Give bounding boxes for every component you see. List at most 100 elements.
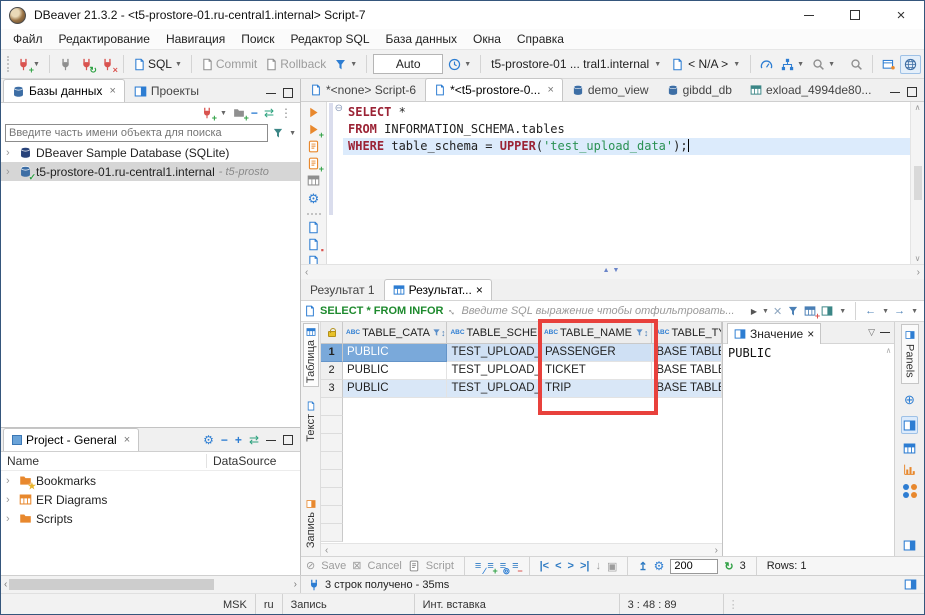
grid-settings-gear-icon[interactable]: ⚙ — [654, 559, 665, 573]
tab-gibdd-db[interactable]: gibdd_db — [658, 78, 741, 101]
database-selector[interactable]: < N/A >▼ — [667, 57, 744, 71]
view-menu-chevron-icon[interactable]: ▽ — [868, 327, 875, 338]
tab-exload[interactable]: exload_4994de80... — [741, 78, 880, 101]
cursor-position-indicator[interactable]: 3 : 48 : 89 — [620, 594, 724, 615]
close-tab-icon[interactable]: × — [547, 84, 553, 96]
export-from-query-icon[interactable] — [307, 221, 320, 234]
expand-chevron-icon[interactable]: › — [6, 147, 15, 159]
scrollbar-thumb[interactable] — [9, 579, 214, 590]
filter-apply-arrow-icon[interactable]: ▶ — [751, 307, 757, 316]
grid-cell[interactable]: TRIP — [541, 380, 652, 398]
row-number[interactable]: 1 — [321, 344, 343, 362]
link-with-editor-icon[interactable]: ⇄ — [249, 433, 259, 447]
expand-chevron-icon[interactable]: › — [6, 513, 15, 525]
commit-button[interactable]: Commit — [198, 55, 260, 73]
execute-statement-icon[interactable] — [307, 106, 320, 119]
sort-icon[interactable]: ↕ — [441, 328, 446, 338]
tab-result-2[interactable]: Результат...× — [384, 279, 492, 300]
next-page-icon[interactable]: > — [568, 560, 574, 572]
grid-cell[interactable]: PUBLIC — [343, 344, 447, 362]
value-panel-toggle-icon[interactable] — [901, 416, 918, 434]
last-page-icon[interactable]: >| — [580, 560, 590, 572]
row-number[interactable]: 3 — [321, 380, 343, 398]
menu-file[interactable]: Файл — [5, 30, 51, 48]
grid-cell[interactable]: TEST_UPLOAD_DAT — [447, 362, 541, 380]
project-panel-scrollbar[interactable]: ‹ › — [1, 576, 301, 593]
minimize-panel-icon[interactable] — [890, 92, 900, 93]
grid-cell[interactable]: BASE TABLE — [652, 362, 722, 380]
maximize-button[interactable] — [832, 1, 878, 29]
maximize-panel-icon[interactable] — [283, 435, 293, 445]
open-perspective-icon[interactable] — [879, 56, 898, 73]
grid-cell[interactable]: TICKET — [541, 362, 652, 380]
collapse-all-icon[interactable]: − — [251, 106, 258, 120]
grouping-panel-icon[interactable] — [903, 484, 917, 498]
duplicate-row-icon[interactable]: ≡⊚ — [500, 560, 506, 572]
name-column-header[interactable]: Name — [7, 454, 39, 468]
value-content[interactable]: PUBLIC ∧ — [723, 344, 894, 556]
grid-cell[interactable]: BASE TABLE — [652, 380, 722, 398]
save-button[interactable]: Save — [321, 560, 346, 572]
maximize-panel-icon[interactable] — [283, 88, 293, 98]
sash-collapse-icons[interactable]: ▲▼ — [603, 267, 623, 274]
filter-input[interactable]: Введите SQL выражение чтобы отфильтроват… — [461, 305, 746, 317]
minimize-panel-icon[interactable] — [266, 440, 276, 441]
maximize-panel-icon[interactable] — [907, 87, 917, 97]
menu-search[interactable]: Поиск — [233, 30, 282, 48]
menu-window[interactable]: Окна — [465, 30, 509, 48]
close-button[interactable]: × — [878, 1, 924, 29]
unassigned-doc-icon[interactable]: ▪ — [307, 238, 320, 251]
object-search-input[interactable] — [5, 124, 268, 142]
minimize-panel-icon[interactable] — [266, 93, 276, 94]
transaction-log-button[interactable]: ▼ — [331, 56, 360, 73]
nav-forward-icon[interactable]: → — [894, 305, 905, 317]
grid-cell[interactable]: TEST_UPLOAD_DAT — [447, 380, 541, 398]
network-profile-icon[interactable]: ▼ — [778, 56, 807, 73]
panels-tab[interactable]: Panels — [901, 324, 919, 384]
sort-icon[interactable]: ↕ — [644, 328, 649, 338]
expand-filter-icon[interactable]: ↔ — [445, 304, 460, 319]
dashboard-icon[interactable] — [757, 56, 776, 73]
editor-horizontal-scrollbar[interactable]: ‹ ▲▼ › — [301, 264, 924, 279]
explain-plan-icon[interactable] — [307, 174, 320, 187]
settings-gear-icon[interactable]: ⚙ — [203, 433, 214, 447]
new-folder-icon[interactable]: + — [233, 107, 245, 119]
value-grid-icon[interactable]: ⊕ — [904, 392, 915, 408]
fetch-all-icon[interactable]: ▣ — [607, 560, 617, 573]
disconnect-icon[interactable]: × — [98, 56, 117, 73]
tree-item-bookmarks[interactable]: › ★ Bookmarks — [1, 471, 300, 490]
expand-chevron-icon[interactable]: › — [6, 494, 15, 506]
column-header-table-name[interactable]: ABC TABLE_NAME ↕ — [541, 322, 652, 343]
color-settings-icon[interactable] — [821, 305, 833, 317]
grid-cell[interactable]: PUBLIC — [343, 362, 447, 380]
rollback-button[interactable]: Rollback — [262, 55, 329, 73]
add-row-icon[interactable]: ≡+ — [487, 560, 493, 572]
tab-value[interactable]: Значение× — [727, 323, 821, 344]
connection-selector[interactable]: t5-prostore-01 ... tral1.internal▼ — [487, 57, 665, 71]
cancel-button[interactable]: Cancel — [368, 560, 402, 572]
new-connection-icon[interactable]: + — [201, 107, 213, 119]
grid-corner-cell[interactable] — [321, 322, 343, 343]
export-result-icon[interactable]: ↥ — [638, 560, 647, 573]
edit-cell-icon[interactable]: ≡∕ — [475, 560, 481, 572]
menu-sql-editor[interactable]: Редактор SQL — [282, 30, 377, 48]
column-header-table-sche[interactable]: ABC TABLE_SCHE ↕ — [447, 322, 541, 343]
menu-navigation[interactable]: Навигация — [158, 30, 233, 48]
column-filter-icon[interactable] — [635, 328, 644, 337]
first-page-icon[interactable]: |< — [540, 560, 550, 572]
fold-collapse-icon[interactable]: ⊖ — [335, 104, 343, 114]
column-header-table-type[interactable]: ABC TABLE_TY — [652, 322, 722, 343]
datasource-column-header[interactable]: DataSource — [206, 454, 294, 468]
switch-panel-icon[interactable] — [904, 578, 917, 591]
sql-code-area[interactable]: SELECT * FROM INFORMATION_SCHEMA.tables … — [343, 102, 910, 264]
language-indicator[interactable]: ru — [256, 594, 283, 615]
view-menu-icon[interactable]: ⋮ — [280, 106, 292, 120]
metadata-panel-icon[interactable] — [903, 463, 916, 476]
transaction-timer-icon[interactable]: ▼ — [445, 56, 474, 73]
execute-new-tab-icon[interactable]: + — [307, 123, 320, 136]
row-number[interactable]: 2 — [321, 362, 343, 380]
filter-history-dropdown-icon[interactable]: ▼ — [762, 308, 769, 315]
fetch-size-input[interactable] — [670, 559, 718, 574]
tab-script-6[interactable]: *<none> Script-6 — [301, 78, 425, 101]
grid-cell[interactable]: PASSENGER — [541, 344, 652, 362]
